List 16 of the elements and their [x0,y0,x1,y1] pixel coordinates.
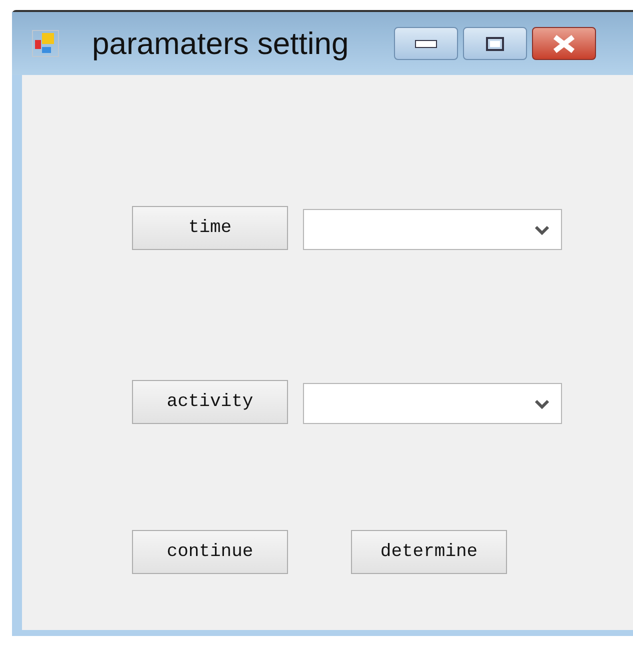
close-icon [552,34,576,52]
minimize-icon [415,40,437,48]
action-button[interactable]: continue [132,530,288,574]
dropdown-field[interactable] [303,383,562,424]
maximize-icon [486,36,504,50]
chevron-down-icon [535,398,549,408]
chevron-down-icon [535,224,549,234]
minimize-button[interactable] [394,27,458,60]
field-label-button[interactable]: time [132,206,288,250]
maximize-button[interactable] [463,27,527,60]
window-title: paramaters setting [92,26,350,62]
action-button[interactable]: determine [351,530,507,574]
close-button[interactable] [532,27,596,60]
dropdown-field[interactable] [303,209,562,250]
field-label-button[interactable]: activity [132,380,288,424]
app-icon [32,30,59,57]
